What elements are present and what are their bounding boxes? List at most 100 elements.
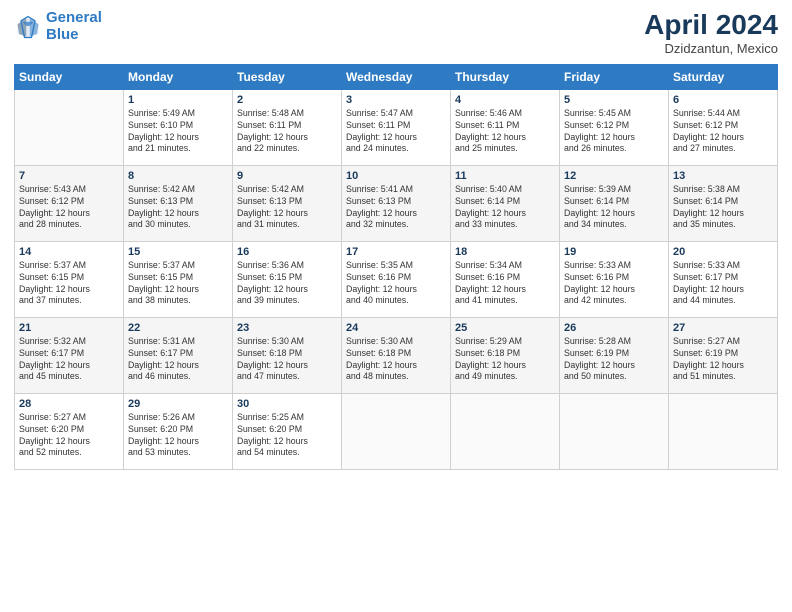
day-number: 4 [455, 94, 555, 106]
day-info: Sunrise: 5:32 AM Sunset: 6:17 PM Dayligh… [19, 336, 119, 384]
calendar-table: SundayMondayTuesdayWednesdayThursdayFrid… [14, 64, 778, 470]
day-number: 18 [455, 246, 555, 258]
calendar-cell: 7 Sunrise: 5:43 AM Sunset: 6:12 PM Daylig… [15, 165, 124, 241]
calendar-week-row: 28 Sunrise: 5:27 AM Sunset: 6:20 PM Dayli… [15, 393, 778, 469]
day-number: 24 [346, 322, 446, 334]
day-number: 20 [673, 246, 773, 258]
day-number: 2 [237, 94, 337, 106]
calendar-cell: 27 Sunrise: 5:27 AM Sunset: 6:19 PM Dayli… [669, 317, 778, 393]
day-info: Sunrise: 5:34 AM Sunset: 6:16 PM Dayligh… [455, 260, 555, 308]
calendar-cell: 13Sunrise: 5:38 AM Sunset: 6:14 PM Dayli… [669, 165, 778, 241]
day-info: Sunrise: 5:27 AM Sunset: 6:20 PM Dayligh… [19, 412, 119, 460]
day-info: Sunrise: 5:29 AM Sunset: 6:18 PM Dayligh… [455, 336, 555, 384]
logo: General Blue [14, 10, 102, 43]
day-info: Sunrise: 5:42 AM Sunset: 6:13 PM Dayligh… [128, 184, 228, 232]
day-number: 29 [128, 398, 228, 410]
day-info: Sunrise: 5:42 AM Sunset: 6:13 PM Dayligh… [237, 184, 337, 232]
calendar-cell [669, 393, 778, 469]
calendar-cell: 8 Sunrise: 5:42 AM Sunset: 6:13 PM Daylig… [124, 165, 233, 241]
calendar-page: General Blue April 2024 Dzidzantun, Mexi… [0, 0, 792, 612]
location: Dzidzantun, Mexico [644, 41, 778, 56]
logo-icon [14, 13, 42, 41]
day-number: 17 [346, 246, 446, 258]
day-number: 3 [346, 94, 446, 106]
calendar-cell: 24 Sunrise: 5:30 AM Sunset: 6:18 PM Dayli… [342, 317, 451, 393]
calendar-cell: 22 Sunrise: 5:31 AM Sunset: 6:17 PM Dayli… [124, 317, 233, 393]
calendar-cell: 21 Sunrise: 5:32 AM Sunset: 6:17 PM Dayli… [15, 317, 124, 393]
day-info: Sunrise: 5:33 AM Sunset: 6:16 PM Dayligh… [564, 260, 664, 308]
day-number: 15 [128, 246, 228, 258]
day-number: 21 [19, 322, 119, 334]
header-wednesday: Wednesday [342, 64, 451, 89]
header-monday: Monday [124, 64, 233, 89]
day-info: Sunrise: 5:41 AM Sunset: 6:13 PM Dayligh… [346, 184, 446, 232]
day-number: 22 [128, 322, 228, 334]
day-info: Sunrise: 5:40 AM Sunset: 6:14 PM Dayligh… [455, 184, 555, 232]
day-info: Sunrise: 5:30 AM Sunset: 6:18 PM Dayligh… [237, 336, 337, 384]
day-info: Sunrise: 5:33 AM Sunset: 6:17 PM Dayligh… [673, 260, 773, 308]
day-info: Sunrise: 5:25 AM Sunset: 6:20 PM Dayligh… [237, 412, 337, 460]
header-thursday: Thursday [451, 64, 560, 89]
calendar-cell: 11 Sunrise: 5:40 AM Sunset: 6:14 PM Dayli… [451, 165, 560, 241]
day-number: 28 [19, 398, 119, 410]
day-info: Sunrise: 5:31 AM Sunset: 6:17 PM Dayligh… [128, 336, 228, 384]
header-saturday: Saturday [669, 64, 778, 89]
day-info: Sunrise: 5:46 AM Sunset: 6:11 PM Dayligh… [455, 108, 555, 156]
calendar-cell: 18 Sunrise: 5:34 AM Sunset: 6:16 PM Dayli… [451, 241, 560, 317]
calendar-cell: 2Sunrise: 5:48 AM Sunset: 6:11 PM Daylig… [233, 89, 342, 165]
calendar-cell: 23 Sunrise: 5:30 AM Sunset: 6:18 PM Dayli… [233, 317, 342, 393]
calendar-week-row: 21 Sunrise: 5:32 AM Sunset: 6:17 PM Dayli… [15, 317, 778, 393]
day-info: Sunrise: 5:30 AM Sunset: 6:18 PM Dayligh… [346, 336, 446, 384]
calendar-cell: 25 Sunrise: 5:29 AM Sunset: 6:18 PM Dayli… [451, 317, 560, 393]
day-number: 19 [564, 246, 664, 258]
day-info: Sunrise: 5:37 AM Sunset: 6:15 PM Dayligh… [128, 260, 228, 308]
day-info: Sunrise: 5:39 AM Sunset: 6:14 PM Dayligh… [564, 184, 664, 232]
day-number: 7 [19, 170, 119, 182]
header-tuesday: Tuesday [233, 64, 342, 89]
day-number: 23 [237, 322, 337, 334]
calendar-cell: 16 Sunrise: 5:36 AM Sunset: 6:15 PM Dayli… [233, 241, 342, 317]
calendar-cell: 3Sunrise: 5:47 AM Sunset: 6:11 PM Daylig… [342, 89, 451, 165]
title-block: April 2024 Dzidzantun, Mexico [644, 10, 778, 56]
calendar-cell: 17Sunrise: 5:35 AM Sunset: 6:16 PM Dayli… [342, 241, 451, 317]
calendar-cell: 26 Sunrise: 5:28 AM Sunset: 6:19 PM Dayli… [560, 317, 669, 393]
calendar-cell: 6Sunrise: 5:44 AM Sunset: 6:12 PM Daylig… [669, 89, 778, 165]
day-number: 1 [128, 94, 228, 106]
day-info: Sunrise: 5:28 AM Sunset: 6:19 PM Dayligh… [564, 336, 664, 384]
calendar-cell: 30Sunrise: 5:25 AM Sunset: 6:20 PM Dayli… [233, 393, 342, 469]
day-info: Sunrise: 5:26 AM Sunset: 6:20 PM Dayligh… [128, 412, 228, 460]
day-number: 12 [564, 170, 664, 182]
calendar-cell: 10Sunrise: 5:41 AM Sunset: 6:13 PM Dayli… [342, 165, 451, 241]
calendar-cell: 19 Sunrise: 5:33 AM Sunset: 6:16 PM Dayli… [560, 241, 669, 317]
header-sunday: Sunday [15, 64, 124, 89]
calendar-header-row: SundayMondayTuesdayWednesdayThursdayFrid… [15, 64, 778, 89]
calendar-cell: 14Sunrise: 5:37 AM Sunset: 6:15 PM Dayli… [15, 241, 124, 317]
calendar-cell: 29 Sunrise: 5:26 AM Sunset: 6:20 PM Dayli… [124, 393, 233, 469]
logo-line1: General [46, 9, 102, 26]
calendar-cell: 1Sunrise: 5:49 AM Sunset: 6:10 PM Daylig… [124, 89, 233, 165]
day-number: 6 [673, 94, 773, 106]
day-info: Sunrise: 5:37 AM Sunset: 6:15 PM Dayligh… [19, 260, 119, 308]
calendar-cell: 20 Sunrise: 5:33 AM Sunset: 6:17 PM Dayli… [669, 241, 778, 317]
day-number: 27 [673, 322, 773, 334]
day-number: 11 [455, 170, 555, 182]
calendar-cell: 5Sunrise: 5:45 AM Sunset: 6:12 PM Daylig… [560, 89, 669, 165]
header: General Blue April 2024 Dzidzantun, Mexi… [14, 10, 778, 56]
calendar-week-row: 1Sunrise: 5:49 AM Sunset: 6:10 PM Daylig… [15, 89, 778, 165]
day-info: Sunrise: 5:38 AM Sunset: 6:14 PM Dayligh… [673, 184, 773, 232]
calendar-cell: 9 Sunrise: 5:42 AM Sunset: 6:13 PM Daylig… [233, 165, 342, 241]
logo-text: General Blue [46, 10, 102, 43]
calendar-cell: 4 Sunrise: 5:46 AM Sunset: 6:11 PM Daylig… [451, 89, 560, 165]
calendar-week-row: 14Sunrise: 5:37 AM Sunset: 6:15 PM Dayli… [15, 241, 778, 317]
calendar-cell: 15 Sunrise: 5:37 AM Sunset: 6:15 PM Dayli… [124, 241, 233, 317]
day-number: 9 [237, 170, 337, 182]
day-number: 25 [455, 322, 555, 334]
day-number: 26 [564, 322, 664, 334]
month-title: April 2024 [644, 10, 778, 41]
day-info: Sunrise: 5:36 AM Sunset: 6:15 PM Dayligh… [237, 260, 337, 308]
day-number: 16 [237, 246, 337, 258]
day-number: 8 [128, 170, 228, 182]
day-info: Sunrise: 5:43 AM Sunset: 6:12 PM Dayligh… [19, 184, 119, 232]
day-info: Sunrise: 5:27 AM Sunset: 6:19 PM Dayligh… [673, 336, 773, 384]
logo-line2: Blue [46, 26, 79, 43]
